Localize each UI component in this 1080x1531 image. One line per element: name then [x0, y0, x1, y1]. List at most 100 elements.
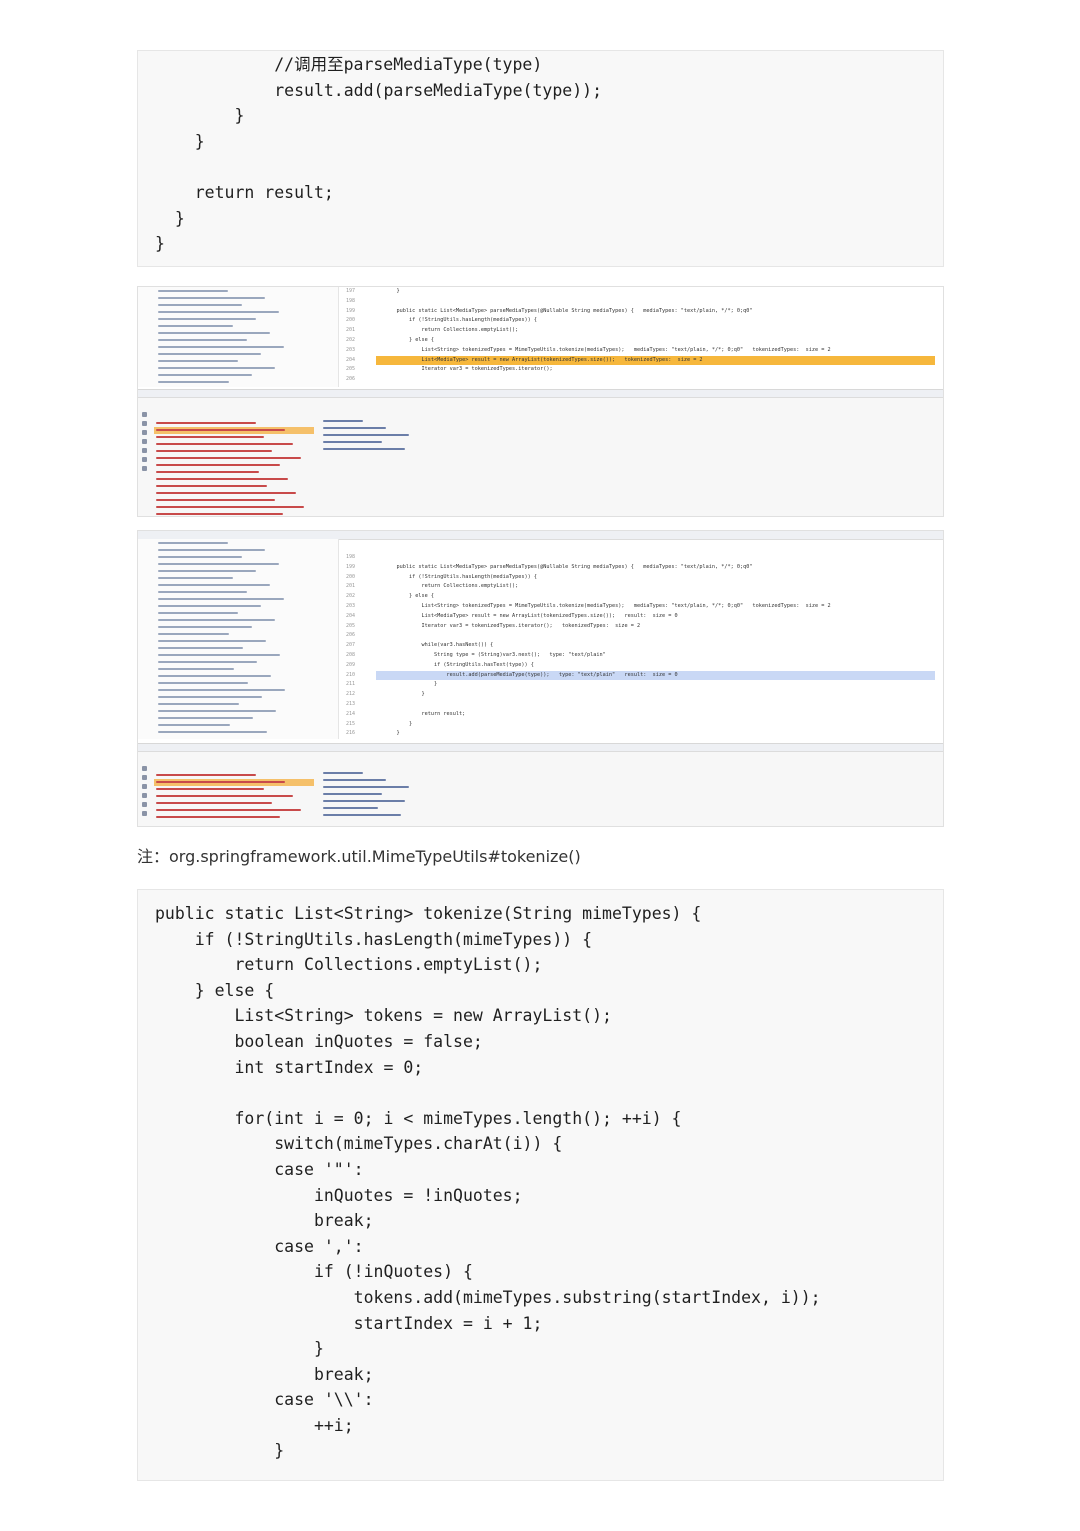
variable-row[interactable]	[321, 432, 521, 439]
stack-frame[interactable]	[154, 490, 314, 497]
tree-row[interactable]	[152, 728, 338, 735]
stack-frame[interactable]	[154, 786, 314, 793]
variable-text	[323, 427, 386, 429]
editor-line: Iterator var3 = tokenizedTypes.iterator(…	[384, 622, 641, 629]
ide-screenshot-1: 197 198 199 200 201 202 203 204 205 206 } public …	[137, 286, 944, 517]
variable-row[interactable]	[321, 446, 521, 453]
tree-row[interactable]	[152, 707, 338, 714]
stack-frame[interactable]	[154, 427, 314, 434]
tree-row[interactable]	[152, 658, 338, 665]
line-number: 200	[346, 573, 356, 580]
tree-row[interactable]	[152, 350, 338, 357]
variable-row[interactable]	[321, 439, 521, 446]
tree-row[interactable]	[152, 560, 338, 567]
debug-side-icons	[140, 762, 150, 820]
tree-row[interactable]	[152, 588, 338, 595]
tree-row[interactable]	[152, 623, 338, 630]
stack-frame[interactable]	[154, 504, 314, 511]
tree-row[interactable]	[152, 343, 338, 350]
stack-frame[interactable]	[154, 441, 314, 448]
tree-row[interactable]	[152, 371, 338, 378]
tree-row[interactable]	[152, 329, 338, 336]
tree-row[interactable]	[152, 595, 338, 602]
tree-row[interactable]	[152, 665, 338, 672]
tree-row[interactable]	[152, 287, 338, 294]
tree-row[interactable]	[152, 686, 338, 693]
stack-frame[interactable]	[154, 772, 314, 779]
tree-row-text	[158, 696, 262, 698]
tree-row-text	[158, 724, 230, 726]
tree-row[interactable]	[152, 679, 338, 686]
stack-frame[interactable]	[154, 779, 314, 786]
stack-frame-text	[156, 809, 301, 811]
tree-row[interactable]	[152, 574, 338, 581]
line-number: 210	[346, 671, 356, 678]
variable-row[interactable]	[321, 784, 521, 791]
tree-row[interactable]	[152, 721, 338, 728]
tree-row[interactable]	[152, 378, 338, 385]
tree-row-text	[158, 675, 271, 677]
code-line: startIndex = i + 1;	[155, 1313, 543, 1333]
stack-frame[interactable]	[154, 814, 314, 821]
stack-frame[interactable]	[154, 462, 314, 469]
stack-frame[interactable]	[154, 448, 314, 455]
tree-row[interactable]	[152, 700, 338, 707]
stack-frame[interactable]	[154, 483, 314, 490]
stack-frame[interactable]	[154, 469, 314, 476]
tree-row[interactable]	[152, 546, 338, 553]
stack-frame[interactable]	[154, 455, 314, 462]
stack-frame[interactable]	[154, 434, 314, 441]
stack-frame-text	[156, 802, 272, 804]
tree-row-text	[158, 339, 247, 341]
variable-row[interactable]	[321, 791, 521, 798]
stack-frame[interactable]	[154, 497, 314, 504]
tree-row[interactable]	[152, 609, 338, 616]
stack-frame[interactable]	[154, 807, 314, 814]
variable-row[interactable]	[321, 798, 521, 805]
tree-row[interactable]	[152, 567, 338, 574]
tree-row[interactable]	[152, 672, 338, 679]
tree-row-text	[158, 619, 275, 621]
tree-row[interactable]	[152, 357, 338, 364]
stack-frame[interactable]	[154, 420, 314, 427]
stack-frame[interactable]	[154, 476, 314, 483]
tree-row[interactable]	[152, 616, 338, 623]
tree-row[interactable]	[152, 553, 338, 560]
tree-row[interactable]	[152, 693, 338, 700]
editor-line: return Collections.emptyList();	[384, 583, 519, 590]
variable-row[interactable]	[321, 777, 521, 784]
tree-row-text	[158, 577, 233, 579]
stack-frame[interactable]	[154, 793, 314, 800]
tree-row[interactable]	[152, 581, 338, 588]
tree-row[interactable]	[152, 336, 338, 343]
code-line: break;	[155, 1211, 374, 1231]
variable-row[interactable]	[321, 812, 521, 819]
variable-row[interactable]	[321, 418, 521, 425]
variable-row[interactable]	[321, 425, 521, 432]
tree-row-text	[158, 297, 265, 299]
stack-frame[interactable]	[154, 511, 314, 516]
tree-row[interactable]	[152, 644, 338, 651]
tree-row[interactable]	[152, 322, 338, 329]
stack-frame-text	[156, 429, 285, 431]
tree-row[interactable]	[152, 630, 338, 637]
tree-row[interactable]	[152, 602, 338, 609]
tree-row[interactable]	[152, 637, 338, 644]
stack-frame[interactable]	[154, 800, 314, 807]
tree-row[interactable]	[152, 308, 338, 315]
tree-row[interactable]	[152, 364, 338, 371]
line-number: 204	[346, 612, 356, 619]
tree-row[interactable]	[152, 714, 338, 721]
tree-row[interactable]	[152, 315, 338, 322]
code-line: for(int i = 0; i < mimeTypes.length(); +…	[155, 1108, 682, 1128]
tree-row[interactable]	[152, 294, 338, 301]
variable-row[interactable]	[321, 770, 521, 777]
tree-row[interactable]	[152, 539, 338, 546]
variable-row[interactable]	[321, 805, 521, 812]
code-line: int startIndex = 0;	[155, 1057, 424, 1077]
line-number: 208	[346, 651, 356, 658]
tree-row[interactable]	[152, 651, 338, 658]
tree-row[interactable]	[152, 301, 338, 308]
